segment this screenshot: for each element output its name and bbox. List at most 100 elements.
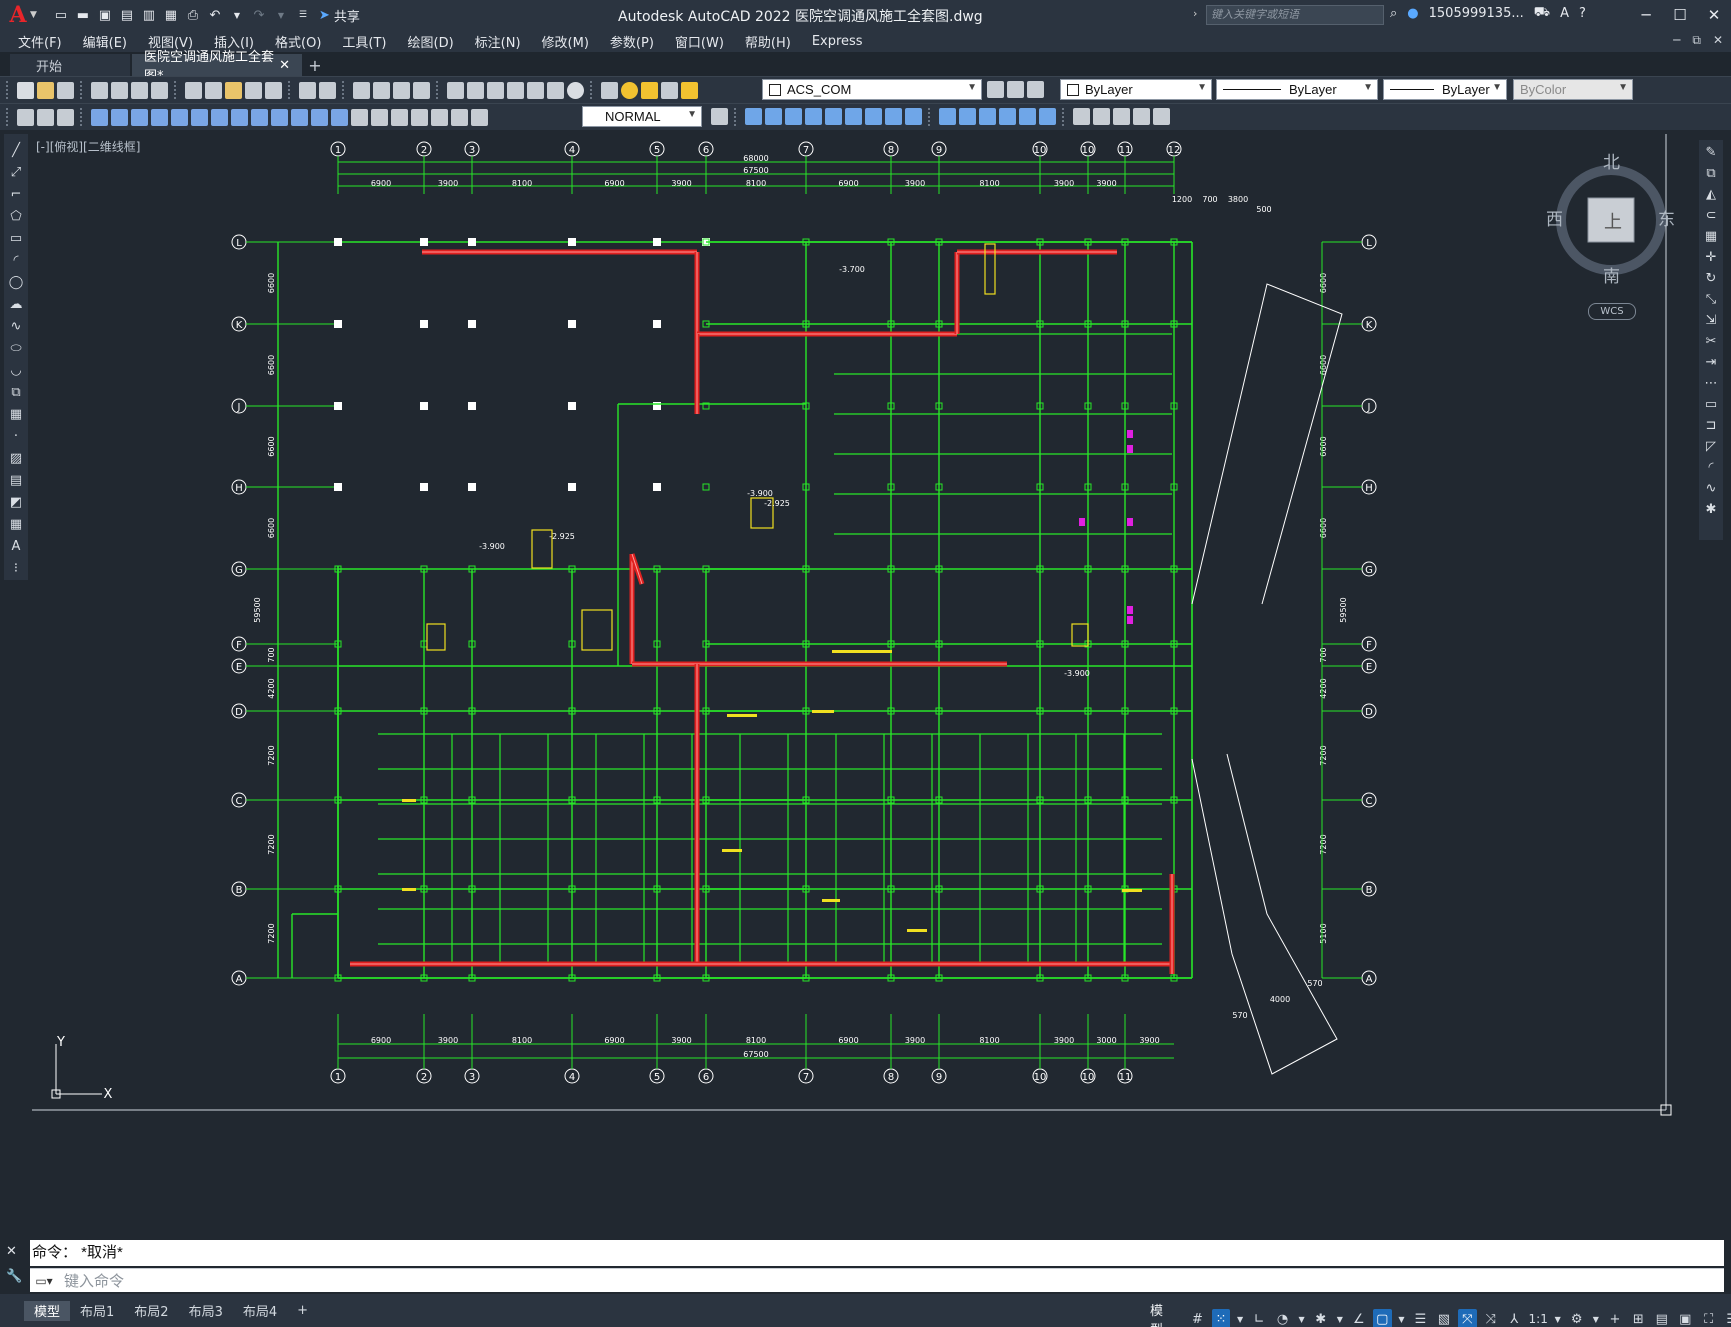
viewport-controls-label[interactable]: [-][俯视][二维线框]	[36, 138, 140, 155]
spline-icon[interactable]: ∿	[8, 318, 24, 335]
block-icon[interactable]	[37, 108, 54, 126]
zoom-previous-icon[interactable]	[413, 81, 430, 99]
ucs-face-icon[interactable]	[1133, 108, 1150, 125]
undo-icon[interactable]	[299, 81, 316, 99]
compass-west[interactable]: 西	[1546, 205, 1563, 230]
ucs-icon[interactable]	[1073, 108, 1090, 125]
dimstyle-dropdown[interactable]: NORMAL ▼	[582, 106, 702, 127]
quick-properties-icon[interactable]: ▤	[1653, 1309, 1671, 1327]
attdef-icon[interactable]	[57, 108, 74, 126]
command-prompt-icon[interactable]: ▭▾	[30, 1270, 58, 1292]
search-icon[interactable]: ⌕	[1390, 6, 1397, 21]
union-icon[interactable]	[1039, 108, 1056, 125]
polyline-icon[interactable]: ⌐	[8, 186, 24, 203]
dimtedit-icon[interactable]	[451, 108, 468, 126]
markup-icon[interactable]	[527, 81, 544, 99]
array-icon[interactable]: ▦	[1703, 228, 1719, 245]
autocad-logo-button[interactable]: A	[6, 2, 30, 28]
hatch-icon[interactable]: ▨	[8, 450, 24, 467]
redo-chevron-icon[interactable]: ▼	[271, 5, 291, 25]
linetype-dropdown[interactable]: ByLayer ▼	[1216, 79, 1378, 100]
dim-aligned-icon[interactable]	[111, 108, 128, 126]
qnew-icon[interactable]	[17, 81, 34, 99]
annotation-monitor-icon[interactable]: +	[1606, 1309, 1624, 1327]
chamfer-icon[interactable]: ◸	[1703, 438, 1719, 455]
open-icon[interactable]	[37, 81, 54, 99]
help-search-input[interactable]: 键入关键字或短语	[1206, 5, 1384, 25]
object-snap-chevron-icon[interactable]: ▼	[1397, 1309, 1407, 1327]
layer-freeze-icon[interactable]	[641, 81, 658, 99]
tab-layout2[interactable]: 布局2	[124, 1301, 178, 1321]
line-icon[interactable]: ╱	[8, 142, 24, 159]
graphics-performance-icon[interactable]: ▣	[1676, 1309, 1694, 1327]
3d-torus-icon[interactable]	[845, 108, 862, 125]
cut-icon[interactable]	[185, 81, 202, 99]
menu-edit[interactable]: 编辑(E)	[83, 32, 127, 51]
snap-icon[interactable]: ⁙	[1211, 1309, 1231, 1327]
command-customize-icon[interactable]: 🔧	[6, 1269, 22, 1284]
tab-model[interactable]: 模型	[24, 1300, 71, 1321]
save-as-icon[interactable]: ▤	[117, 5, 137, 25]
paste-icon[interactable]	[225, 81, 242, 99]
model-space-button[interactable]: 模型	[1150, 1300, 1175, 1327]
menu-dimension[interactable]: 标注(N)	[475, 32, 521, 51]
inspect-icon[interactable]	[391, 108, 408, 126]
layer-previous-icon[interactable]	[1007, 81, 1024, 98]
point-icon[interactable]: ·	[8, 428, 24, 445]
tab-drawing[interactable]: 医院空调通风施工全套图* ✕	[132, 50, 302, 84]
customize-qat-icon[interactable]: ☰	[293, 5, 313, 25]
add-selected-icon[interactable]: ⁝	[8, 560, 24, 577]
menu-draw[interactable]: 绘图(D)	[408, 32, 454, 51]
save-icon[interactable]: ▣	[95, 5, 115, 25]
layer-on-icon[interactable]	[621, 81, 638, 99]
compass-east[interactable]: 东	[1658, 205, 1675, 230]
toolbar-grip[interactable]	[6, 108, 10, 126]
lineweight-icon[interactable]: ☰	[1411, 1309, 1429, 1327]
revision-cloud-icon[interactable]: ☁	[8, 296, 24, 313]
scale-icon[interactable]: ⤡	[1703, 291, 1719, 308]
command-input[interactable]: ▭▾ 键入命令	[30, 1268, 1724, 1292]
sheetset-icon[interactable]	[507, 81, 524, 99]
break-point-icon[interactable]: ⋯	[1703, 375, 1719, 392]
workspace-chevron-icon[interactable]: ▼	[1591, 1309, 1601, 1327]
3d-box-icon[interactable]	[745, 108, 762, 125]
menu-file[interactable]: 文件(F)	[18, 32, 62, 51]
tab-layout4[interactable]: 布局4	[233, 1301, 287, 1321]
ortho-icon[interactable]: ∟	[1250, 1309, 1268, 1327]
cart-icon[interactable]: ⛟	[1534, 5, 1550, 22]
center-mark-icon[interactable]	[371, 108, 388, 126]
3d-pyramid-icon[interactable]	[865, 108, 882, 125]
new-file-icon[interactable]: ▭	[51, 5, 71, 25]
viewcube-face-label[interactable]: 上	[1604, 208, 1622, 234]
layer-vp-freeze-icon[interactable]	[661, 81, 678, 99]
new-tab-button[interactable]: +	[304, 54, 326, 76]
isodraft-icon[interactable]: ✱	[1311, 1309, 1329, 1327]
autodesk-app-icon[interactable]: A	[1560, 6, 1569, 21]
polygon-icon[interactable]: ⬠	[8, 208, 24, 225]
offset-icon[interactable]: ⊂	[1703, 207, 1719, 224]
circle-icon[interactable]: ◯	[8, 274, 24, 291]
close-button[interactable]: ✕	[1697, 0, 1731, 30]
ucs-previous-icon[interactable]	[1113, 108, 1130, 125]
pan-icon[interactable]	[353, 81, 370, 99]
ucs-world-icon[interactable]	[1093, 108, 1110, 125]
break-icon[interactable]: ▭	[1703, 396, 1719, 413]
help-icon[interactable]	[567, 81, 584, 99]
tab-start[interactable]: 开始	[10, 54, 130, 76]
polar-chevron-icon[interactable]: ▼	[1297, 1309, 1307, 1327]
open-web-icon[interactable]: ▥	[139, 5, 159, 25]
drawing-canvas[interactable]: 1 2 3 4 5 6 7 8 9 10 10 11 12 1 2 3 4 5 6 7 8 9 10 10 11 L L K K J J H H…	[32, 134, 1696, 1224]
object-snap-icon[interactable]: ▢	[1373, 1309, 1392, 1327]
mirror-icon[interactable]: ◭	[1703, 186, 1719, 203]
isodraft-chevron-icon[interactable]: ▼	[1335, 1309, 1345, 1327]
command-close-icon[interactable]: ✕	[6, 1244, 22, 1259]
plot-icon[interactable]	[91, 81, 108, 99]
save-icon[interactable]	[57, 81, 74, 99]
rotate-icon[interactable]: ↻	[1703, 270, 1719, 287]
doc-restore-button[interactable]: ⧉	[1692, 33, 1701, 48]
3d-cylinder-icon[interactable]	[825, 108, 842, 125]
dim-arc-icon[interactable]	[131, 108, 148, 126]
3d-planar-icon[interactable]	[905, 108, 922, 125]
selection-cycling-icon[interactable]: ⤧	[1458, 1309, 1477, 1327]
mtext-icon[interactable]: A	[8, 538, 24, 555]
